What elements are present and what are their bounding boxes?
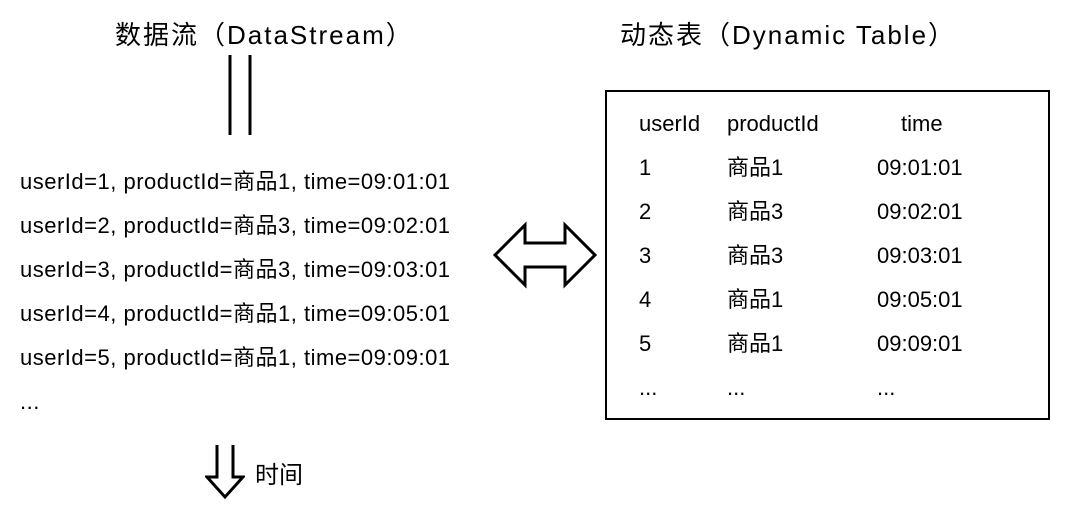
- stream-row-text: userId=5, productId=商品1, time=09:09:01: [20, 345, 451, 370]
- down-bracket-connector: [220, 55, 260, 145]
- cell-productid: 商品3: [727, 234, 877, 278]
- table-row: 3 商品3 09:03:01: [627, 234, 1028, 278]
- cell-userid: 3: [627, 234, 727, 278]
- cell-productid: 商品3: [727, 190, 877, 234]
- col-header-productid: productId: [727, 102, 877, 146]
- cell-time: 09:02:01: [877, 190, 1027, 234]
- table-header: userId productId time: [627, 102, 1028, 146]
- table-row: 5 商品1 09:09:01: [627, 322, 1028, 366]
- stream-row: userId=3, productId=商品3, time=09:03:01: [20, 248, 451, 292]
- cell-time: 09:09:01: [877, 322, 1027, 366]
- table-row: 2 商品3 09:02:01: [627, 190, 1028, 234]
- cell-userid: 1: [627, 146, 727, 190]
- stream-row-text: userId=3, productId=商品3, time=09:03:01: [20, 257, 451, 282]
- time-label: 时间: [255, 455, 303, 490]
- down-arrow-icon: [205, 445, 245, 500]
- stream-row: userId=5, productId=商品1, time=09:09:01: [20, 336, 451, 380]
- cell-productid: ...: [727, 366, 877, 410]
- cell-userid: 5: [627, 322, 727, 366]
- cell-time: 09:05:01: [877, 278, 1027, 322]
- bidirectional-arrow-icon: [490, 215, 600, 295]
- table-row: 1 商品1 09:01:01: [627, 146, 1028, 190]
- cell-userid: ...: [627, 366, 727, 410]
- stream-row-text: userId=4, productId=商品1, time=09:05:01: [20, 301, 451, 326]
- cell-time: ...: [877, 366, 1027, 410]
- stream-row: userId=2, productId=商品3, time=09:02:01: [20, 204, 451, 248]
- stream-row: userId=4, productId=商品1, time=09:05:01: [20, 292, 451, 336]
- time-arrow-group: 时间: [205, 445, 303, 500]
- stream-row-text: userId=1, productId=商品1, time=09:01:01: [20, 169, 451, 194]
- stream-row-text: userId=2, productId=商品3, time=09:02:01: [20, 213, 451, 238]
- table-row: 4 商品1 09:05:01: [627, 278, 1028, 322]
- stream-row: userId=1, productId=商品1, time=09:01:01: [20, 160, 451, 204]
- cell-time: 09:01:01: [877, 146, 1027, 190]
- table-row: ... ... ...: [627, 366, 1028, 410]
- cell-productid: 商品1: [727, 146, 877, 190]
- cell-userid: 4: [627, 278, 727, 322]
- heading-dynamic-table: 动态表（Dynamic Table）: [620, 15, 956, 52]
- col-header-userid: userId: [627, 102, 727, 146]
- cell-productid: 商品1: [727, 322, 877, 366]
- stream-row: ...: [20, 380, 451, 424]
- heading-datastream: 数据流（DataStream）: [115, 15, 414, 52]
- cell-productid: 商品1: [727, 278, 877, 322]
- stream-rows-block: userId=1, productId=商品1, time=09:01:01 u…: [20, 160, 451, 424]
- col-header-time: time: [877, 102, 1027, 146]
- cell-userid: 2: [627, 190, 727, 234]
- dynamic-table-box: userId productId time 1 商品1 09:01:01 2 商…: [605, 90, 1050, 420]
- cell-time: 09:03:01: [877, 234, 1027, 278]
- stream-row-text: ...: [20, 389, 40, 414]
